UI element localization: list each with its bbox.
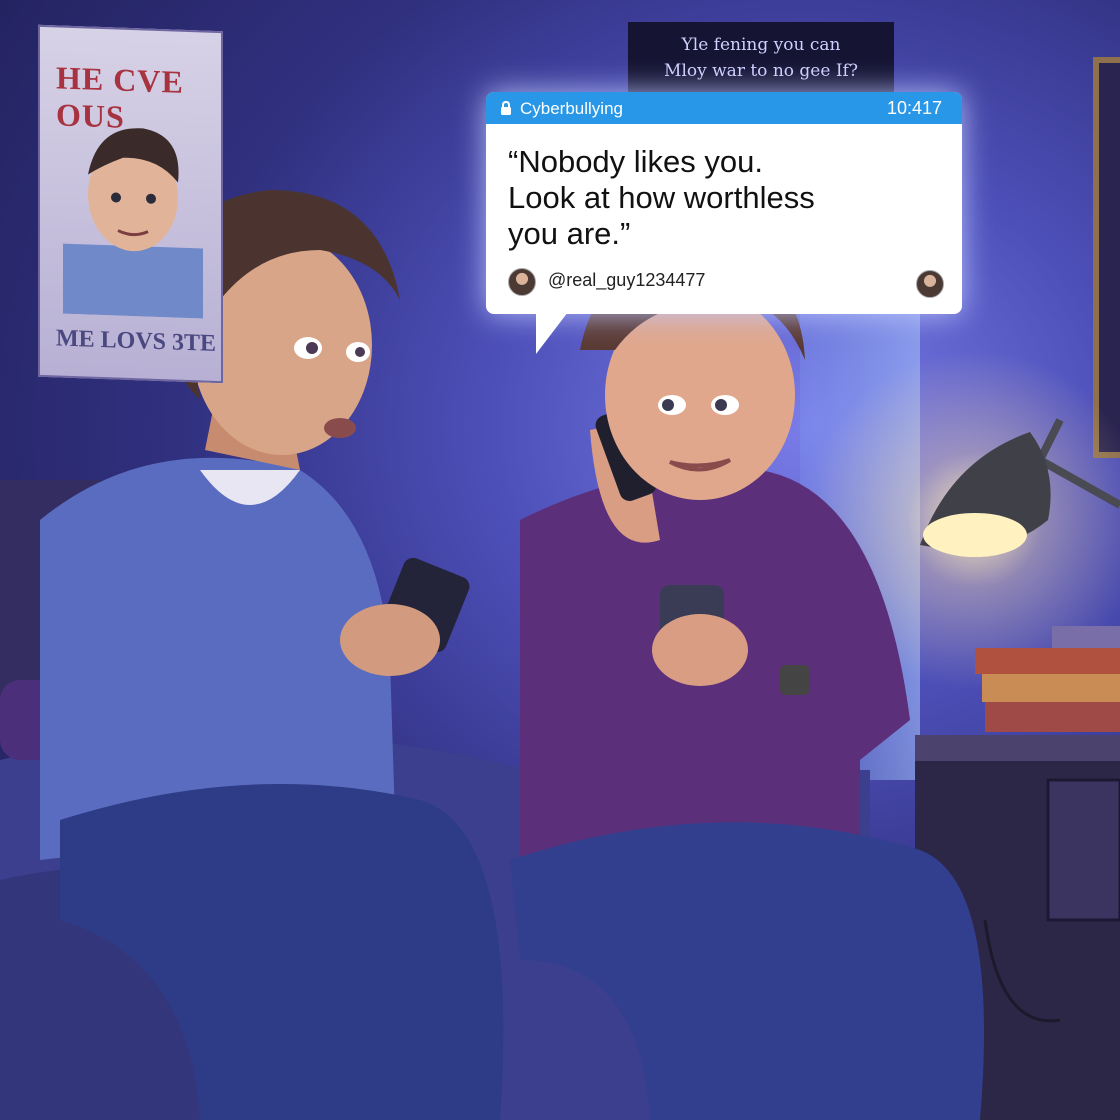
desk-drawer [1046, 778, 1120, 922]
wall-frame [1093, 57, 1120, 458]
wall-sign: Yle fening you can Mloy war to no gee If… [628, 22, 894, 94]
sender-handle: @real_guy1234477 [548, 270, 706, 290]
book [982, 674, 1120, 702]
hand [652, 614, 748, 686]
sender-avatar [508, 268, 536, 296]
poster-bottom-text: ME LOVS 3TE [56, 325, 217, 357]
wall-poster: HE CVE OUS ME LOVS 3TE [38, 24, 223, 384]
poster-portrait [63, 128, 203, 319]
book [985, 702, 1120, 732]
hand [340, 604, 440, 676]
desk-top [915, 735, 1120, 761]
watch [780, 665, 810, 695]
pupil [662, 399, 674, 411]
message-tail [536, 312, 568, 354]
pupil [715, 399, 727, 411]
mouth [324, 418, 356, 438]
message-app-label: Cyberbullying [520, 99, 623, 118]
message-header: Cyberbullying 10:417 [486, 92, 962, 124]
pupil [306, 342, 318, 354]
message-text: “Nobody likes you. Look at how worthless… [508, 144, 815, 251]
message-time: 10:417 [886, 98, 942, 118]
scene: HE CVE OUS ME LOVS 3TE Yle fening you ca… [0, 0, 1120, 1120]
lamp-bulb [923, 513, 1027, 557]
wall-sign-line2: Mloy war to no gee If? [664, 61, 858, 81]
lock-icon [501, 100, 511, 115]
book [975, 648, 1120, 674]
receiver-avatar [916, 270, 944, 298]
message-card: Cyberbullying 10:417 “Nobody likes you. … [486, 92, 962, 354]
book [1052, 626, 1120, 648]
wall-sign-line1: Yle fening you can [681, 35, 841, 55]
pupil [355, 347, 365, 357]
